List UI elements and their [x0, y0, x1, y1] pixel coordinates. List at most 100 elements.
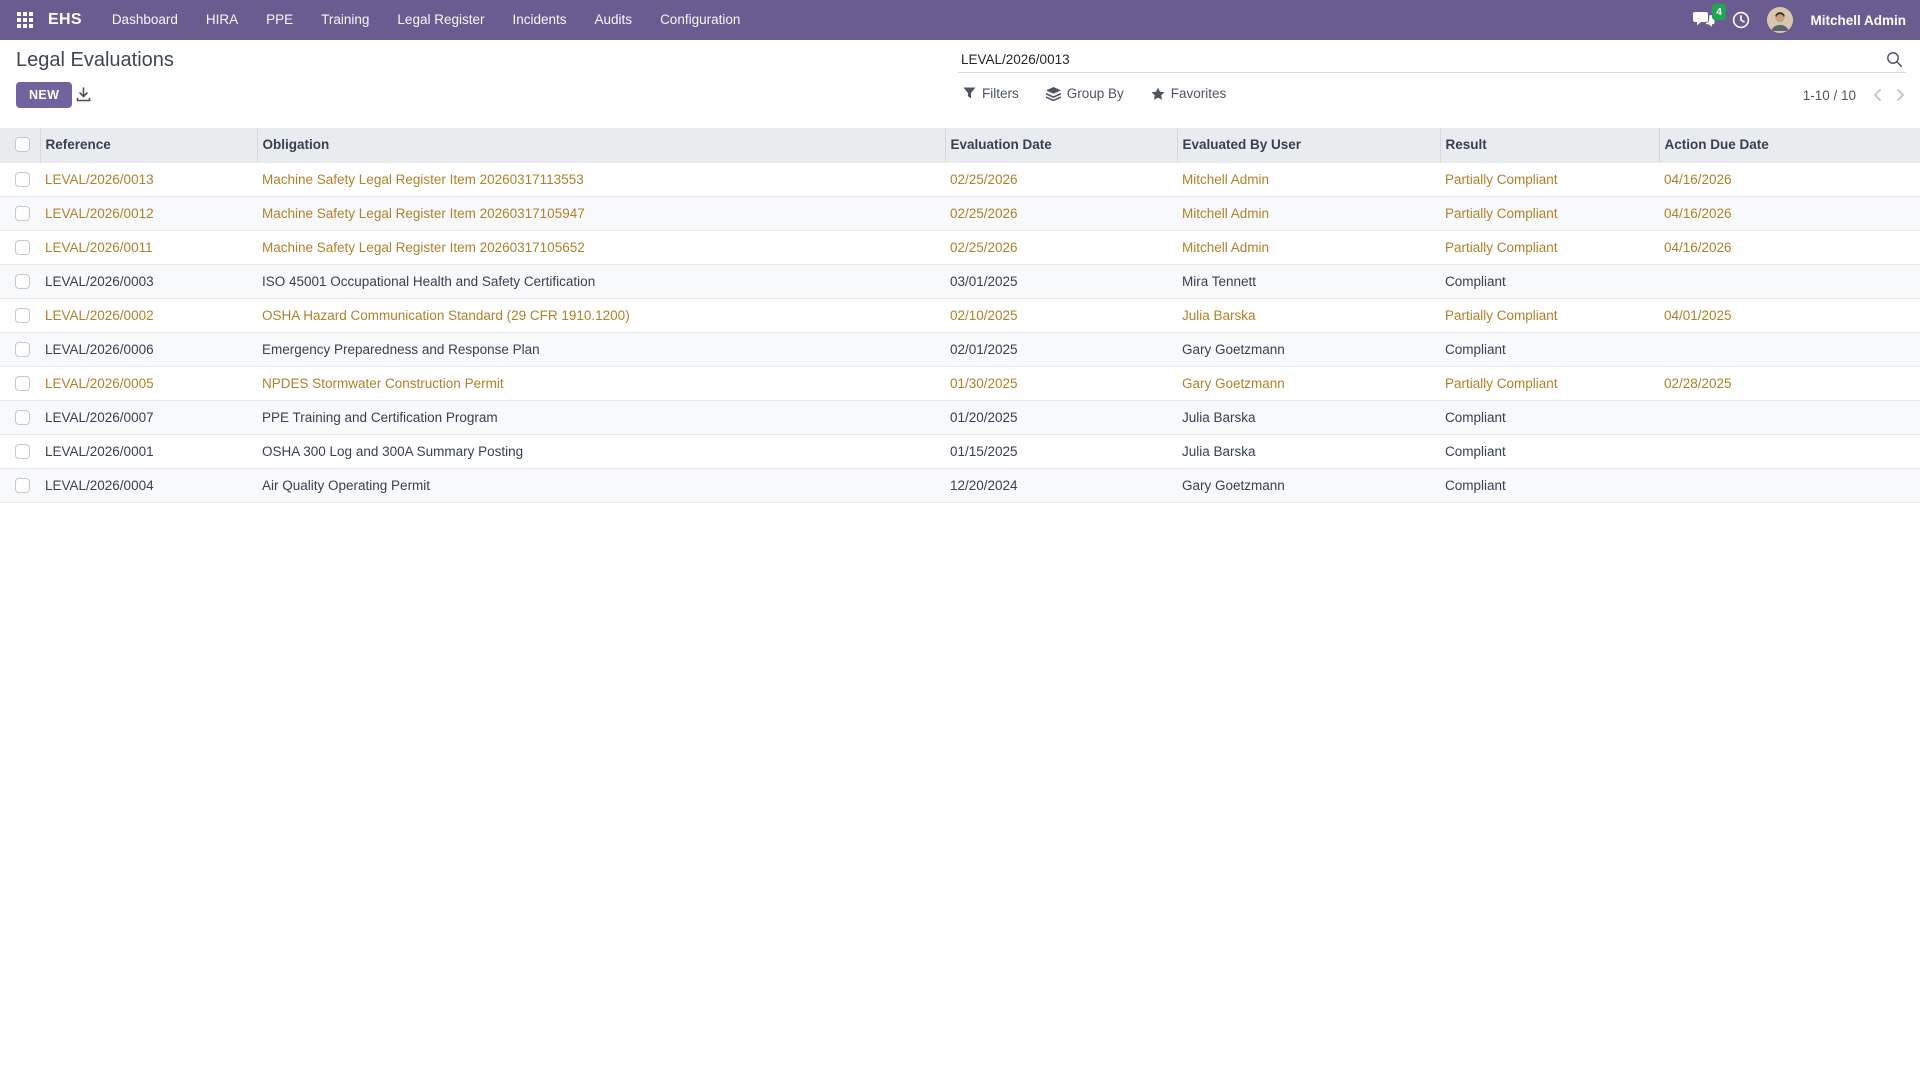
- row-checkbox[interactable]: [15, 376, 30, 391]
- new-button[interactable]: NEW: [16, 82, 72, 108]
- row-checkbox-cell[interactable]: [0, 366, 40, 400]
- table-row[interactable]: LEVAL/2026/0006 Emergency Preparedness a…: [0, 332, 1920, 366]
- favorites-button[interactable]: Favorites: [1151, 86, 1227, 101]
- cell-obligation[interactable]: NPDES Stormwater Construction Permit: [257, 366, 945, 400]
- cell-evaluation-date[interactable]: 01/15/2025: [945, 434, 1177, 468]
- column-header-obligation[interactable]: Obligation: [257, 128, 945, 162]
- cell-obligation[interactable]: Emergency Preparedness and Response Plan: [257, 332, 945, 366]
- cell-result[interactable]: Partially Compliant: [1440, 366, 1659, 400]
- table-row[interactable]: LEVAL/2026/0002 OSHA Hazard Communicatio…: [0, 298, 1920, 332]
- table-row[interactable]: LEVAL/2026/0013 Machine Safety Legal Reg…: [0, 162, 1920, 196]
- cell-obligation[interactable]: OSHA 300 Log and 300A Summary Posting: [257, 434, 945, 468]
- cell-obligation[interactable]: Machine Safety Legal Register Item 20260…: [257, 196, 945, 230]
- column-header-action-due-date[interactable]: Action Due Date: [1659, 128, 1920, 162]
- apps-grid-icon[interactable]: [12, 7, 38, 33]
- cell-obligation[interactable]: Machine Safety Legal Register Item 20260…: [257, 162, 945, 196]
- row-checkbox-cell[interactable]: [0, 400, 40, 434]
- row-checkbox[interactable]: [15, 478, 30, 493]
- cell-evaluated-by-user[interactable]: Mitchell Admin: [1177, 230, 1440, 264]
- row-checkbox[interactable]: [15, 308, 30, 323]
- select-all-checkbox[interactable]: [15, 137, 30, 152]
- cell-action-due-date[interactable]: [1659, 434, 1920, 468]
- nav-item-audits[interactable]: Audits: [581, 0, 647, 40]
- cell-evaluated-by-user[interactable]: Gary Goetzmann: [1177, 468, 1440, 502]
- cell-evaluation-date[interactable]: 02/25/2026: [945, 162, 1177, 196]
- cell-evaluated-by-user[interactable]: Mira Tennett: [1177, 264, 1440, 298]
- activity-clock-icon[interactable]: [1732, 11, 1750, 29]
- row-checkbox-cell[interactable]: [0, 332, 40, 366]
- cell-action-due-date[interactable]: [1659, 332, 1920, 366]
- row-checkbox-cell[interactable]: [0, 162, 40, 196]
- nav-item-ppe[interactable]: PPE: [252, 0, 307, 40]
- cell-reference[interactable]: LEVAL/2026/0012: [40, 196, 257, 230]
- cell-evaluated-by-user[interactable]: Julia Barska: [1177, 298, 1440, 332]
- row-checkbox[interactable]: [15, 274, 30, 289]
- table-row[interactable]: LEVAL/2026/0003 ISO 45001 Occupational H…: [0, 264, 1920, 298]
- cell-evaluation-date[interactable]: 12/20/2024: [945, 468, 1177, 502]
- column-header-evaluated-by-user[interactable]: Evaluated By User: [1177, 128, 1440, 162]
- cell-action-due-date[interactable]: 02/28/2025: [1659, 366, 1920, 400]
- row-checkbox[interactable]: [15, 410, 30, 425]
- cell-evaluated-by-user[interactable]: Julia Barska: [1177, 400, 1440, 434]
- cell-reference[interactable]: LEVAL/2026/0011: [40, 230, 257, 264]
- cell-evaluated-by-user[interactable]: Gary Goetzmann: [1177, 366, 1440, 400]
- user-avatar[interactable]: [1767, 7, 1793, 33]
- nav-item-incidents[interactable]: Incidents: [498, 0, 580, 40]
- export-download-icon[interactable]: [76, 87, 91, 102]
- table-row[interactable]: LEVAL/2026/0005 NPDES Stormwater Constru…: [0, 366, 1920, 400]
- cell-result[interactable]: Partially Compliant: [1440, 298, 1659, 332]
- pager-next-icon[interactable]: [1893, 86, 1908, 104]
- cell-evaluation-date[interactable]: 03/01/2025: [945, 264, 1177, 298]
- row-checkbox-cell[interactable]: [0, 196, 40, 230]
- row-checkbox-cell[interactable]: [0, 434, 40, 468]
- row-checkbox[interactable]: [15, 444, 30, 459]
- cell-action-due-date[interactable]: [1659, 468, 1920, 502]
- app-name[interactable]: EHS: [48, 11, 82, 29]
- row-checkbox-cell[interactable]: [0, 298, 40, 332]
- cell-result[interactable]: Partially Compliant: [1440, 162, 1659, 196]
- group-by-button[interactable]: Group By: [1046, 86, 1124, 101]
- cell-evaluated-by-user[interactable]: Mitchell Admin: [1177, 196, 1440, 230]
- row-checkbox[interactable]: [15, 172, 30, 187]
- cell-evaluation-date[interactable]: 02/10/2025: [945, 298, 1177, 332]
- nav-item-hira[interactable]: HIRA: [192, 0, 252, 40]
- table-row[interactable]: LEVAL/2026/0001 OSHA 300 Log and 300A Su…: [0, 434, 1920, 468]
- cell-reference[interactable]: LEVAL/2026/0002: [40, 298, 257, 332]
- nav-item-dashboard[interactable]: Dashboard: [98, 0, 192, 40]
- cell-evaluated-by-user[interactable]: Mitchell Admin: [1177, 162, 1440, 196]
- select-all-cell[interactable]: [0, 128, 40, 162]
- cell-result[interactable]: Compliant: [1440, 400, 1659, 434]
- cell-evaluated-by-user[interactable]: Julia Barska: [1177, 434, 1440, 468]
- user-name[interactable]: Mitchell Admin: [1810, 13, 1906, 28]
- cell-evaluated-by-user[interactable]: Gary Goetzmann: [1177, 332, 1440, 366]
- cell-obligation[interactable]: PPE Training and Certification Program: [257, 400, 945, 434]
- table-row[interactable]: LEVAL/2026/0012 Machine Safety Legal Reg…: [0, 196, 1920, 230]
- search-icon[interactable]: [1883, 51, 1906, 68]
- cell-evaluation-date[interactable]: 02/25/2026: [945, 196, 1177, 230]
- cell-obligation[interactable]: Machine Safety Legal Register Item 20260…: [257, 230, 945, 264]
- cell-obligation[interactable]: Air Quality Operating Permit: [257, 468, 945, 502]
- cell-action-due-date[interactable]: 04/16/2026: [1659, 230, 1920, 264]
- search-bar[interactable]: LEVAL/2026/0013: [958, 46, 1906, 73]
- cell-action-due-date[interactable]: 04/16/2026: [1659, 196, 1920, 230]
- row-checkbox-cell[interactable]: [0, 230, 40, 264]
- cell-reference[interactable]: LEVAL/2026/0003: [40, 264, 257, 298]
- cell-evaluation-date[interactable]: 02/01/2025: [945, 332, 1177, 366]
- cell-result[interactable]: Partially Compliant: [1440, 196, 1659, 230]
- cell-reference[interactable]: LEVAL/2026/0001: [40, 434, 257, 468]
- nav-item-legal-register[interactable]: Legal Register: [383, 0, 498, 40]
- filters-button[interactable]: Filters: [963, 86, 1019, 101]
- cell-reference[interactable]: LEVAL/2026/0007: [40, 400, 257, 434]
- nav-item-configuration[interactable]: Configuration: [646, 0, 754, 40]
- table-row[interactable]: LEVAL/2026/0007 PPE Training and Certifi…: [0, 400, 1920, 434]
- nav-item-training[interactable]: Training: [307, 0, 383, 40]
- column-header-reference[interactable]: Reference: [40, 128, 257, 162]
- cell-result[interactable]: Compliant: [1440, 468, 1659, 502]
- column-header-result[interactable]: Result: [1440, 128, 1659, 162]
- row-checkbox[interactable]: [15, 240, 30, 255]
- cell-action-due-date[interactable]: [1659, 400, 1920, 434]
- cell-action-due-date[interactable]: 04/16/2026: [1659, 162, 1920, 196]
- cell-obligation[interactable]: ISO 45001 Occupational Health and Safety…: [257, 264, 945, 298]
- cell-result[interactable]: Compliant: [1440, 434, 1659, 468]
- cell-action-due-date[interactable]: 04/01/2025: [1659, 298, 1920, 332]
